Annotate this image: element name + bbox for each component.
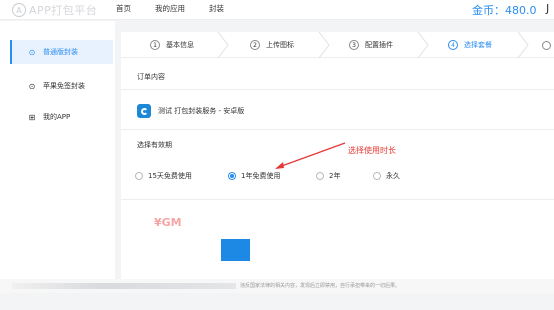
validity-options: 15天免费使用 1年免费使用 2年 永久 (121, 171, 554, 183)
step-upload-icon[interactable]: 2 上传图标 (250, 32, 294, 58)
sidebar: ⊙ 普通版封装 ⊙ 苹果免签封装 ⊞ 我的APP (0, 21, 115, 290)
radio-button[interactable] (228, 172, 236, 180)
chevron-right-icon (318, 32, 330, 58)
pay-button[interactable] (221, 239, 250, 261)
step-number: 4 (448, 40, 458, 50)
radio-label: 15天免费使用 (148, 172, 192, 180)
footer-blurred-text (12, 283, 236, 289)
step-label: 配置插件 (365, 41, 393, 49)
price-label: ¥GM (154, 216, 182, 229)
radio-button[interactable] (135, 172, 143, 180)
logo-mark: A (12, 3, 26, 17)
nav-my-apps[interactable]: 我的应用 (155, 3, 185, 14)
annotation-label: 选择使用时长 (348, 146, 396, 155)
sidebar-item-my-app[interactable]: ⊞ 我的APP (10, 105, 113, 129)
step-number: 3 (349, 40, 359, 50)
order-app-item: 测试 打包封装服务 - 安卓版 (137, 104, 244, 118)
step-basic-info[interactable]: 1 基本信息 (150, 32, 194, 58)
divider (121, 199, 554, 200)
top-navbar: A APP打包平台 首页 我的应用 封装 金币：480.0 J (0, 0, 554, 20)
radio-15-days-free[interactable]: 15天免费使用 (135, 171, 192, 181)
sidebar-item-standard-package[interactable]: ⊙ 普通版封装 (10, 40, 113, 64)
step-number: 1 (150, 40, 160, 50)
app-name: 测试 打包封装服务 - 安卓版 (158, 107, 245, 115)
radio-button[interactable] (316, 172, 324, 180)
step-label: 选择套餐 (464, 41, 492, 49)
radio-permanent[interactable]: 永久 (373, 171, 400, 181)
annotation-arrow-icon (275, 142, 346, 169)
step-next-partial (542, 41, 551, 50)
divider (121, 89, 554, 90)
grid-icon: ⊞ (28, 112, 36, 122)
radio-1-year-free[interactable]: 1年免费使用 (228, 171, 280, 181)
step-choose-plan[interactable]: 4 选择套餐 (448, 32, 492, 58)
sidebar-item-label: 我的APP (43, 113, 71, 121)
nav-home[interactable]: 首页 (116, 3, 131, 14)
step-label: 基本信息 (166, 41, 194, 49)
chevron-right-icon (517, 32, 529, 58)
nav-package[interactable]: 封装 (209, 3, 224, 14)
radio-button[interactable] (373, 172, 381, 180)
chevron-right-icon (417, 32, 429, 58)
radio-label: 1年免费使用 (241, 172, 281, 180)
step-number: 2 (250, 40, 260, 50)
radio-2-years[interactable]: 2年 (316, 171, 340, 181)
radio-label: 2年 (329, 172, 341, 180)
sidebar-item-label: 普通版封装 (43, 48, 78, 56)
step-config-plugins[interactable]: 3 配置插件 (349, 32, 393, 58)
sidebar-item-label: 苹果免签封装 (43, 82, 85, 90)
coin-balance: 金币：480.0 (472, 4, 537, 17)
order-section-title: 订单内容 (137, 73, 165, 81)
package-icon: ⊙ (28, 47, 36, 57)
divider (121, 129, 554, 130)
validity-section-title: 选择有效期 (137, 141, 172, 149)
app-logo-icon (137, 104, 151, 118)
main-panel: 1 基本信息 2 上传图标 3 配置插件 4 选择套餐 订单内容 测试 打包封装… (121, 32, 554, 290)
footer-disclaimer: 违反国家法律的相关内容，发现后立即禁用，自行承担带来的一切后果。 (240, 283, 401, 289)
step-label: 上传图标 (266, 41, 294, 49)
radio-label: 永久 (386, 172, 400, 180)
step-progress: 1 基本信息 2 上传图标 3 配置插件 4 选择套餐 (121, 32, 554, 58)
footer: 违反国家法律的相关内容，发现后立即禁用，自行承担带来的一切后果。 (0, 279, 554, 293)
sidebar-item-apple-package[interactable]: ⊙ 苹果免签封装 (10, 74, 113, 98)
user-menu[interactable]: J (546, 2, 549, 15)
logo-text: APP打包平台 (29, 4, 98, 17)
apple-icon: ⊙ (28, 81, 36, 91)
logo[interactable]: A APP打包平台 (12, 2, 97, 18)
chevron-right-icon (217, 32, 229, 58)
